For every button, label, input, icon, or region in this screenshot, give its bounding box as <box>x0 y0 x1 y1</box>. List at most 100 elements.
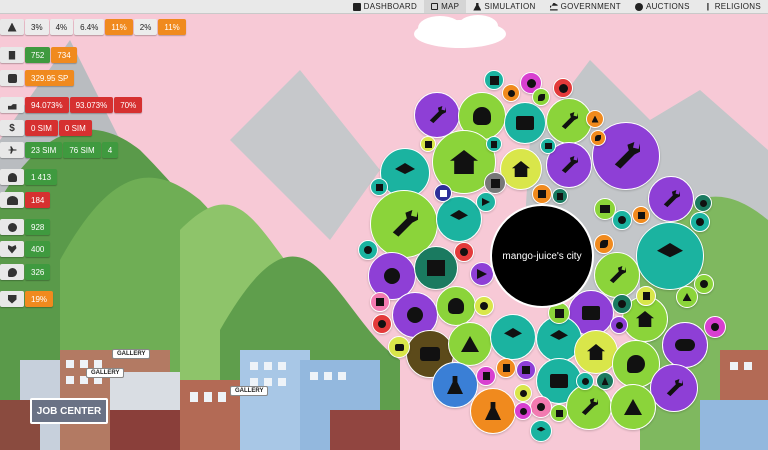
building-bubble[interactable] <box>532 184 552 204</box>
building-bubble[interactable] <box>388 336 410 358</box>
nav-auctions[interactable]: AUCTIONS <box>628 0 697 13</box>
shield-icon[interactable] <box>0 291 24 307</box>
building-bubble[interactable] <box>704 316 726 338</box>
stat-value[interactable]: 184 <box>25 192 51 208</box>
building-bubble[interactable] <box>694 194 712 212</box>
building-bubble[interactable] <box>590 130 606 146</box>
building-bubble[interactable] <box>650 364 698 412</box>
users-icon[interactable] <box>0 192 24 208</box>
building-bubble[interactable] <box>540 138 556 154</box>
building-bubble[interactable] <box>470 388 516 434</box>
stat-value[interactable]: 94.073% <box>25 97 69 113</box>
stat-value[interactable]: 19% <box>25 291 54 307</box>
building-bubble[interactable] <box>662 322 708 368</box>
building-bubble[interactable] <box>530 396 552 418</box>
building-bubble[interactable] <box>434 184 452 202</box>
building-bubble[interactable] <box>550 404 568 422</box>
palette-icon[interactable] <box>0 264 24 280</box>
nav-simulation[interactable]: SIMULATION <box>466 0 542 13</box>
plane-icon[interactable] <box>0 142 24 158</box>
building-bubble[interactable] <box>586 110 604 128</box>
building-bubble[interactable] <box>372 314 392 334</box>
building-bubble[interactable] <box>636 286 656 306</box>
stat-value[interactable]: 1 413 <box>25 169 58 185</box>
user-icon[interactable] <box>0 169 24 185</box>
building-bubble[interactable] <box>546 98 592 144</box>
coins-icon[interactable] <box>0 70 24 86</box>
building-bubble[interactable] <box>436 286 476 326</box>
warning-icon[interactable] <box>0 19 24 35</box>
stat-value[interactable]: 11% <box>158 19 186 35</box>
building-bubble[interactable] <box>448 322 492 366</box>
heart-icon[interactable] <box>0 241 24 257</box>
building-bubble[interactable] <box>420 136 436 152</box>
building-bubble[interactable] <box>370 292 390 312</box>
building-bubble[interactable] <box>514 402 532 420</box>
job-center-building[interactable]: JOB CENTER <box>30 398 108 424</box>
building-bubble[interactable] <box>486 136 502 152</box>
building-bubble[interactable] <box>632 206 650 224</box>
building-bubble[interactable] <box>454 242 474 262</box>
building-bubble[interactable] <box>474 296 494 316</box>
building-bubble[interactable] <box>576 372 594 390</box>
stat-value[interactable]: 70% <box>114 97 143 113</box>
building-bubble[interactable] <box>612 294 632 314</box>
building-bubble[interactable] <box>500 148 542 190</box>
hand-icon[interactable] <box>0 97 24 113</box>
building-bubble[interactable] <box>553 78 573 98</box>
building-bubble[interactable] <box>358 240 378 260</box>
building-bubble[interactable] <box>490 314 536 360</box>
smile-icon[interactable] <box>0 219 24 235</box>
stat-value[interactable]: 76 SIM <box>63 142 101 158</box>
stat-value[interactable]: 928 <box>25 219 51 235</box>
stat-value[interactable]: 734 <box>51 47 77 63</box>
building-bubble[interactable] <box>514 384 532 402</box>
nav-religions[interactable]: RELIGIONS <box>697 0 768 13</box>
nav-map[interactable]: MAP <box>424 0 467 13</box>
building-bubble[interactable] <box>502 84 520 102</box>
building-bubble[interactable] <box>484 70 504 90</box>
dollar-icon[interactable]: $ <box>0 120 24 136</box>
building-bubble[interactable] <box>504 102 546 144</box>
building-bubble[interactable] <box>594 234 614 254</box>
building-bubble[interactable] <box>516 360 536 380</box>
nav-dashboard[interactable]: DASHBOARD <box>346 0 424 13</box>
stat-value[interactable]: 4 <box>101 142 119 158</box>
building-bubble[interactable] <box>530 420 552 442</box>
wrench-icon <box>666 379 683 397</box>
building-bubble[interactable] <box>532 88 550 106</box>
stat-value[interactable]: 2% <box>133 19 158 35</box>
stat-value[interactable]: 400 <box>25 241 51 257</box>
building-bubble[interactable] <box>414 246 458 290</box>
building-bubble[interactable] <box>648 176 694 222</box>
stat-value[interactable]: 326 <box>25 264 51 280</box>
building-bubble[interactable] <box>694 274 714 294</box>
building-bubble[interactable] <box>566 384 612 430</box>
stat-value[interactable]: 329.95 SP <box>25 70 75 86</box>
city-name-bubble[interactable]: mango-juice's city <box>490 204 594 308</box>
building-bubble[interactable] <box>496 358 516 378</box>
building-bubble[interactable] <box>476 192 496 212</box>
building-bubble[interactable] <box>370 178 388 196</box>
building-bubble[interactable] <box>612 210 632 230</box>
building-bubble[interactable] <box>552 188 568 204</box>
stat-value[interactable]: 0 SIM <box>58 120 92 136</box>
building-bubble[interactable] <box>484 172 506 194</box>
building-bubble[interactable] <box>476 366 496 386</box>
building-icon[interactable] <box>0 47 24 63</box>
stat-value[interactable]: 0 SIM <box>25 120 58 136</box>
stat-value[interactable]: 11% <box>105 19 133 35</box>
stat-value[interactable]: 93.073% <box>69 97 114 113</box>
building-bubble[interactable] <box>594 252 640 298</box>
stat-value[interactable]: 6.4% <box>74 19 105 35</box>
stat-value[interactable]: 23 SIM <box>25 142 63 158</box>
stat-value[interactable]: 752 <box>25 47 51 63</box>
building-bubble[interactable] <box>690 212 710 232</box>
building-bubble[interactable] <box>676 286 698 308</box>
nav-government[interactable]: GOVERNMENT <box>543 0 628 13</box>
stat-value[interactable]: 3% <box>25 19 49 35</box>
building-bubble[interactable] <box>610 316 628 334</box>
building-bubble[interactable] <box>610 384 656 430</box>
stat-value[interactable]: 4% <box>49 19 74 35</box>
building-bubble[interactable] <box>596 372 614 390</box>
